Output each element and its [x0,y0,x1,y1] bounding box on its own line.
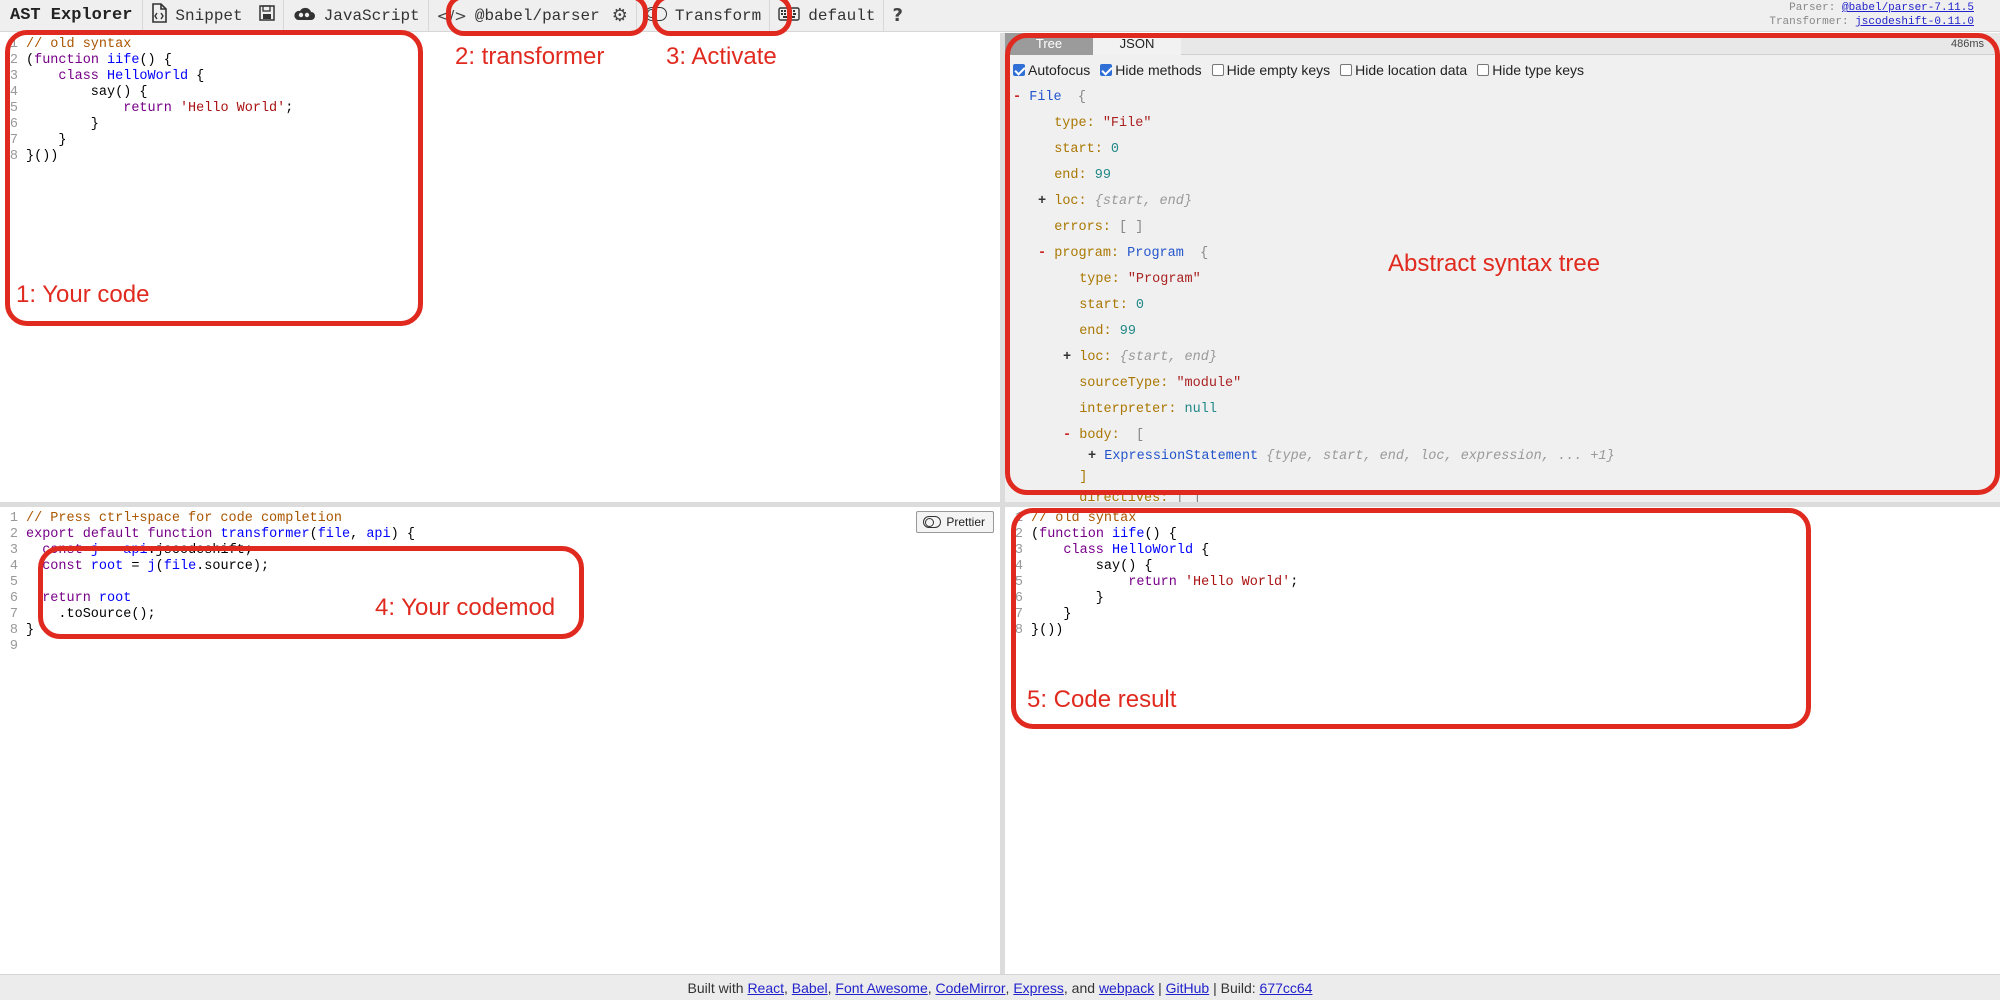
line-number: 6 [9,591,18,606]
toolbar: AST Explorer Snippet JavaScript </> @bab… [0,0,2000,32]
language-select[interactable]: JavaScript [282,0,428,32]
footer-link-github[interactable]: GitHub [1166,980,1210,996]
prettier-label: Prettier [946,515,985,529]
transformer-info-label: Transformer: [1769,16,1849,28]
code-line[interactable]: 1 // Press ctrl+space for code completion [0,511,1000,527]
line-number: 2 [9,527,18,542]
footer-and: , and [1063,979,1096,996]
line-number: 4 [9,559,18,574]
app-title: AST Explorer [10,6,133,25]
parser-info-label: Parser: [1789,2,1836,14]
annotation-result: 5: Code result [1027,686,1177,713]
line-number: 9 [9,639,18,654]
footer-build-hash[interactable]: 677cc64 [1260,980,1313,996]
footer-link-express[interactable]: Express [1013,980,1064,996]
footer-link-font-awesome[interactable]: Font Awesome [835,980,927,996]
language-label: JavaScript [323,6,420,25]
footer-link-babel[interactable]: Babel [792,980,828,996]
line-text: export default function transformer(file… [26,527,415,542]
question-icon: ? [892,5,903,26]
line-number: 3 [9,543,18,558]
version-info: Parser: @babel/parser-7.11.5 Transformer… [1769,1,1974,29]
toggle-icon [923,516,942,528]
code-line[interactable]: 2 export default function transformer(fil… [0,527,1000,543]
footer-prefix: Built with [687,979,744,996]
annotation-activate: 3: Activate [666,43,777,70]
footer-separator: | [1158,979,1162,996]
footer-build-label: | Build: [1213,979,1256,996]
keymap-label: default [808,6,876,25]
line-number: 7 [9,607,18,622]
footer-link-webpack[interactable]: webpack [1099,980,1154,996]
help-button[interactable]: ? [883,0,910,32]
transformer-version-link[interactable]: jscodeshift-0.11.0 [1855,16,1974,28]
prettier-toggle[interactable]: Prettier [916,511,994,533]
line-text: } [26,623,35,638]
save-button[interactable] [251,0,283,32]
annotation-your-code: 1: Your code [16,281,150,308]
code-line[interactable]: 9 [0,639,1000,655]
annotation-ast: Abstract syntax tree [1388,250,1601,277]
annotation-box-activate [652,0,792,36]
snippet-label: Snippet [175,6,243,25]
save-icon [258,5,275,26]
snippet-button[interactable]: Snippet [142,0,250,32]
line-text: // Press ctrl+space for code completion [26,511,342,526]
footer-link-react[interactable]: React [747,980,784,996]
line-number: 8 [9,623,18,638]
footer: Built with React, Babel, Font Awesome, C… [0,974,2000,1000]
file-code-icon [151,3,168,28]
line-number: 1 [9,511,18,526]
annotation-codemod: 4: Your codemod [375,594,556,621]
footer-link-codemirror[interactable]: CodeMirror [936,980,1006,996]
line-number: 5 [9,575,18,590]
parser-version-link[interactable]: @babel/parser-7.11.5 [1842,2,1974,14]
cloud-icon [292,5,316,26]
annotation-box-codemod [38,546,584,639]
annotation-box-transformer [446,0,648,36]
annotation-transformer: 2: transformer [455,43,605,70]
